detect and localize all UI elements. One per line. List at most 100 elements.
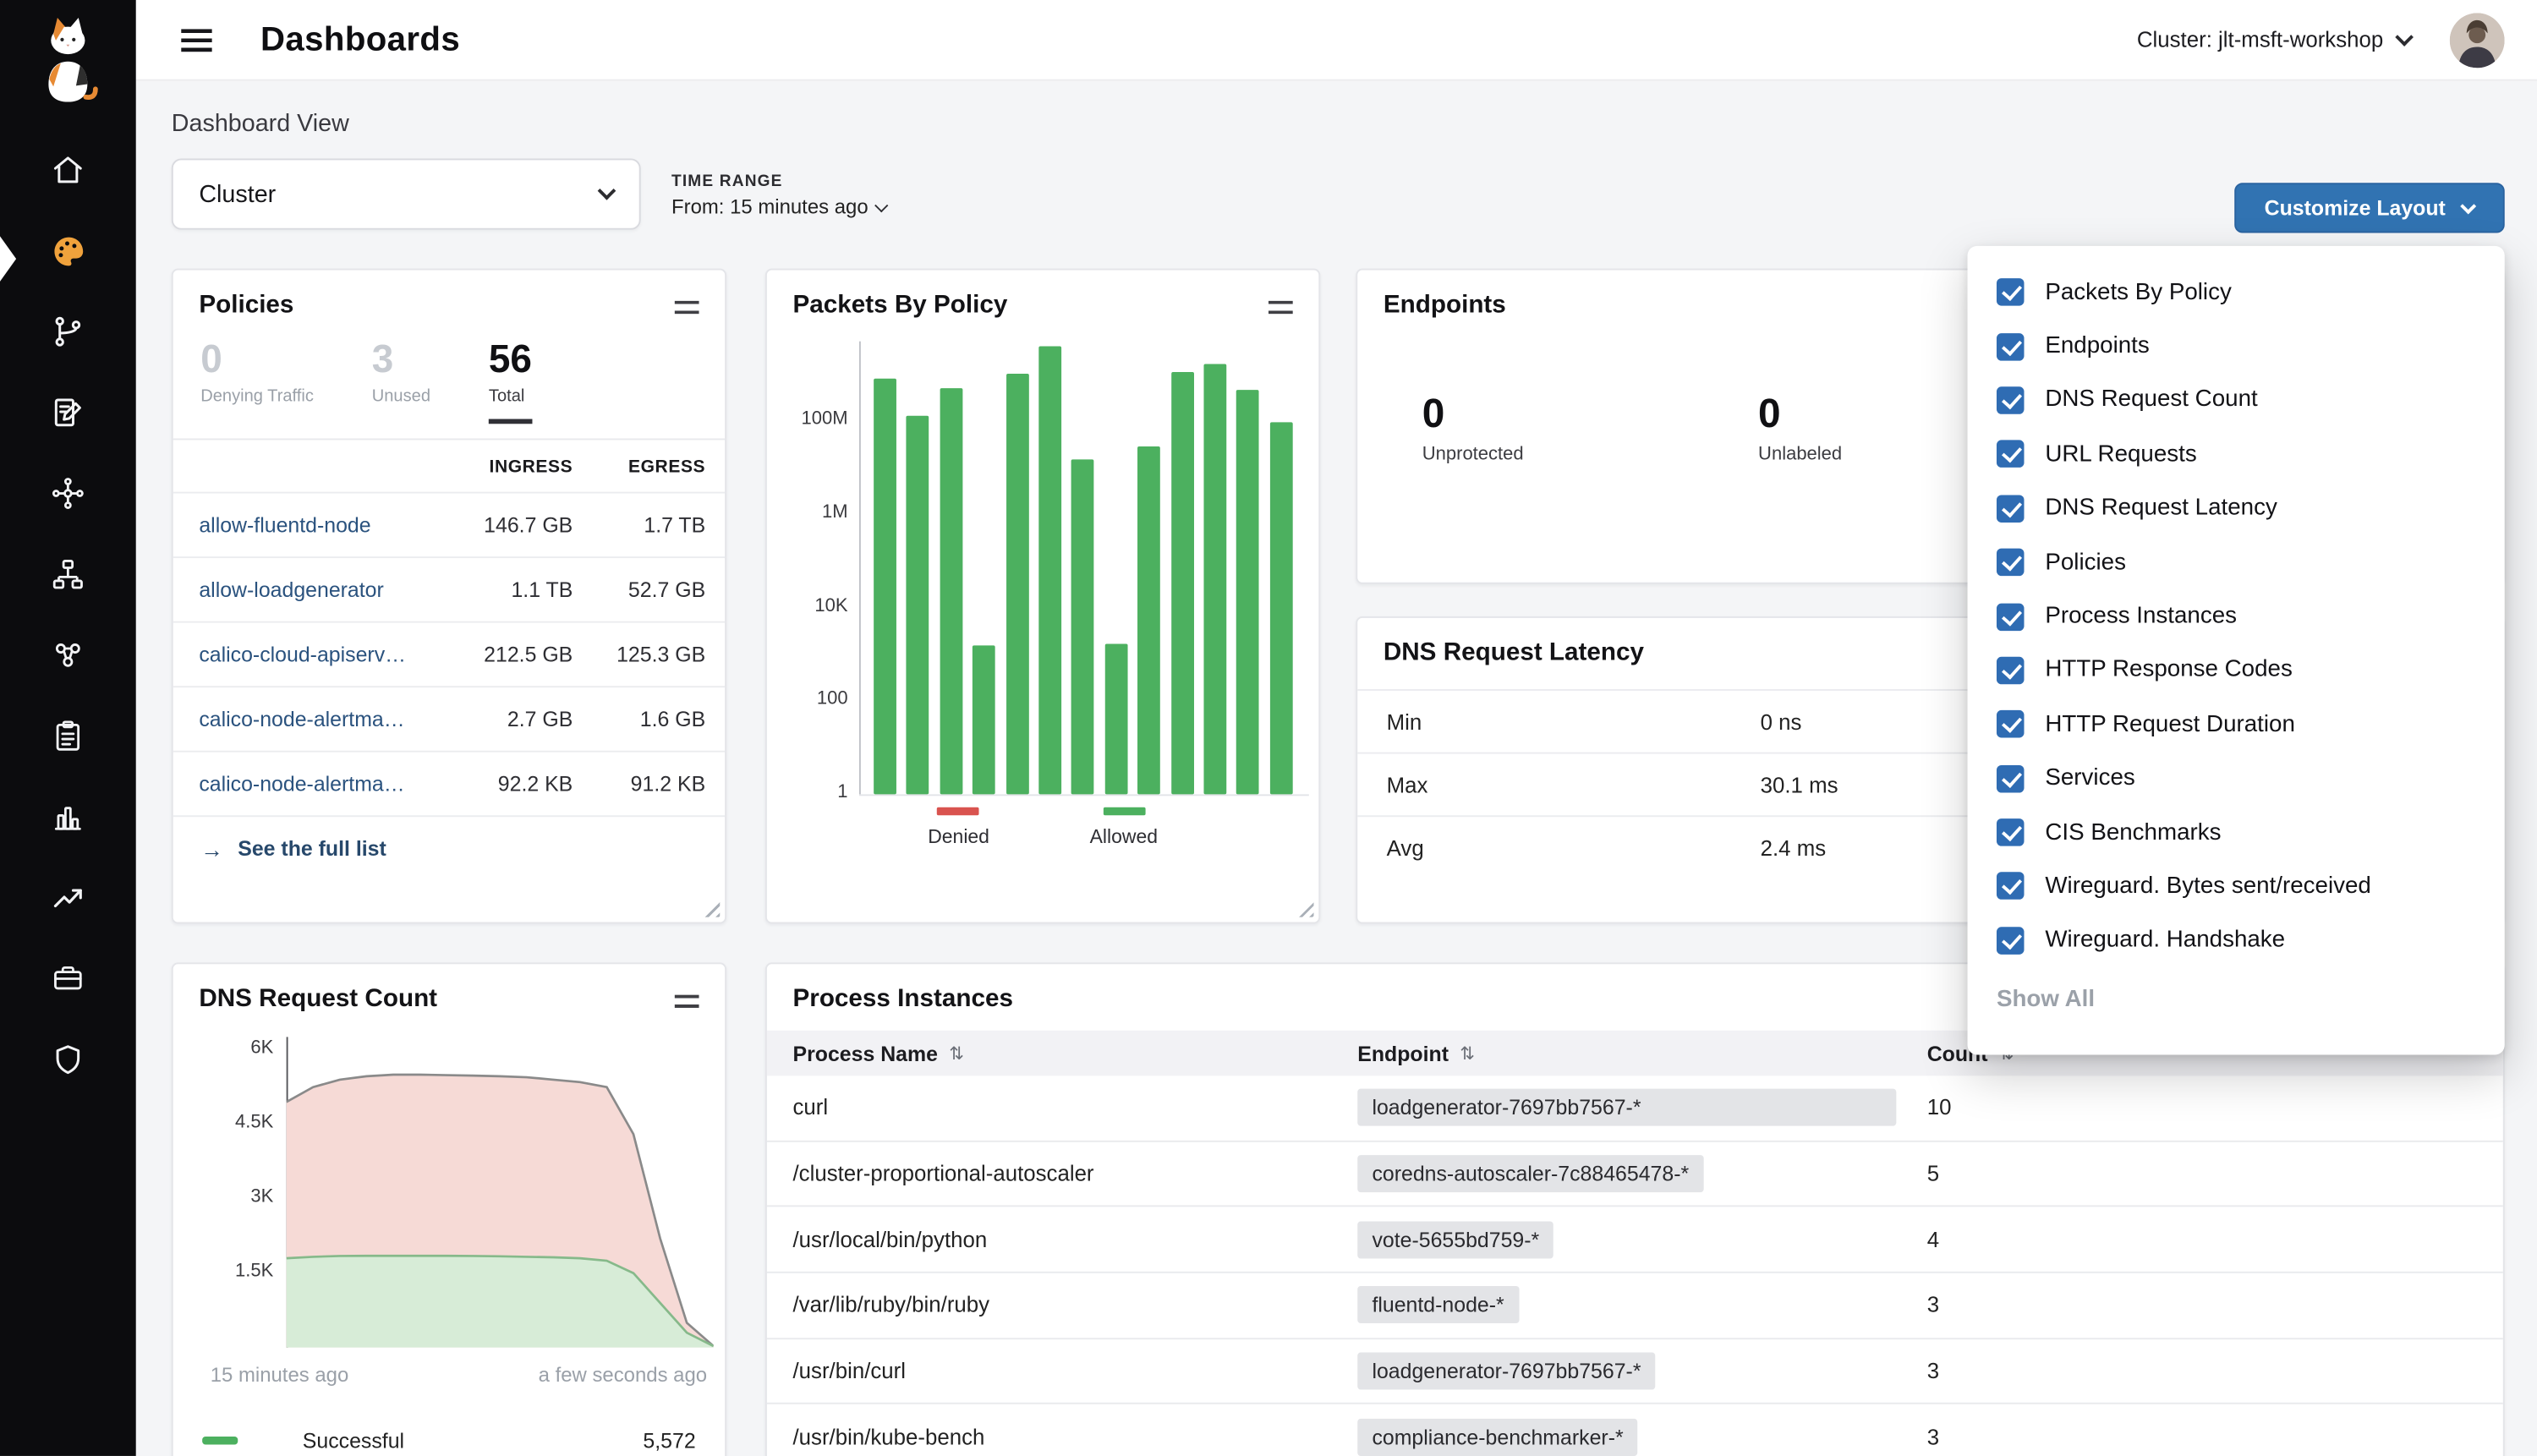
sidebar-item-service-graph[interactable] (0, 453, 136, 534)
resize-handle[interactable] (1296, 900, 1314, 917)
process-table-row: /usr/bin/curlloadgenerator-7697bb7567-*3 (767, 1339, 2503, 1405)
home-icon (50, 152, 85, 188)
calico-cat-logo (32, 13, 103, 107)
menu-item-dns-request-latency[interactable]: DNS Request Latency (1968, 481, 2505, 535)
packets-bar (1005, 374, 1028, 794)
menu-item-http-response-codes[interactable]: HTTP Response Codes (1968, 643, 2505, 698)
process-count: 3 (1927, 1293, 2478, 1317)
policy-ingress-value: 1.1 TB (419, 578, 573, 603)
sidebar-item-storage[interactable] (0, 939, 136, 1020)
latency-value: 2.4 ms (1761, 835, 1827, 860)
column-header-egress[interactable]: EGRESS (573, 458, 705, 478)
checkbox-checked-icon[interactable] (1997, 495, 2025, 523)
customize-layout-label: Customize Layout (2265, 196, 2446, 221)
process-count: 4 (1927, 1228, 2478, 1252)
avatar[interactable] (2450, 12, 2505, 67)
chevron-down-icon (598, 182, 616, 200)
stat-value: 0 (200, 340, 314, 382)
drag-handle-icon[interactable] (1268, 301, 1293, 314)
policies-table-header: INGRESS EGRESS (173, 441, 725, 492)
cluster-selector[interactable]: Cluster: jlt-msft-workshop (2137, 28, 2411, 52)
endpoint-chip: loadgenerator-7697bb7567-* (1357, 1353, 1656, 1390)
checkbox-checked-icon[interactable] (1997, 927, 2025, 955)
top-bar: Dashboards Cluster: jlt-msft-workshop (136, 0, 2537, 81)
sidebar-item-dashboards[interactable] (0, 211, 136, 292)
policy-link[interactable]: allow-fluentd-node (199, 513, 419, 538)
checkbox-checked-icon[interactable] (1997, 657, 2025, 685)
show-all-button[interactable]: Show All (1968, 967, 2505, 1032)
menu-item-packets-by-policy[interactable]: Packets By Policy (1968, 265, 2505, 320)
see-full-list-link[interactable]: → See the full list (173, 816, 725, 881)
menu-item-wireguard-bytes-sent-received[interactable]: Wireguard. Bytes sent/received (1968, 860, 2505, 914)
policy-table-row: calico-node-alertmana…92.2 KB91.2 KB (173, 752, 725, 817)
checkbox-checked-icon[interactable] (1997, 711, 2025, 739)
policy-table-row: allow-fluentd-node146.7 GB1.7 TB (173, 492, 725, 557)
sidebar-item-compliance[interactable] (0, 696, 136, 777)
column-header-ingress[interactable]: INGRESS (419, 458, 573, 478)
sidebar-item-home[interactable] (0, 129, 136, 211)
column-header-process-name[interactable]: Process Name ⇅ (792, 1041, 1357, 1065)
checkbox-checked-icon[interactable] (1997, 332, 2025, 360)
policy-link[interactable]: calico-cloud-apiserver-… (199, 643, 419, 667)
policy-link[interactable]: calico-node-alertmana… (199, 772, 419, 796)
menu-item-services[interactable]: Services (1968, 752, 2505, 806)
column-header-endpoint[interactable]: Endpoint ⇅ (1357, 1041, 1926, 1065)
sidebar-item-activity[interactable] (0, 776, 136, 857)
service-graph-icon (50, 475, 85, 511)
sidebar-item-network-sets[interactable] (0, 534, 136, 615)
checkbox-checked-icon[interactable] (1997, 764, 2025, 792)
menu-item-label: HTTP Request Duration (2045, 711, 2295, 737)
legend-label: Successful (303, 1428, 404, 1453)
checkbox-checked-icon[interactable] (1997, 441, 2025, 468)
menu-item-endpoints[interactable]: Endpoints (1968, 320, 2505, 374)
sidebar-item-flows[interactable] (0, 291, 136, 372)
drag-handle-icon[interactable] (675, 995, 699, 1008)
policy-table-row: calico-cloud-apiserver-…212.5 GB125.3 GB (173, 621, 725, 687)
menu-toggle-icon[interactable] (181, 28, 211, 51)
checkbox-checked-icon[interactable] (1997, 278, 2025, 306)
policy-link[interactable]: allow-loadgenerator (199, 578, 419, 603)
packets-bar (907, 415, 929, 794)
menu-item-cis-benchmarks[interactable]: CIS Benchmarks (1968, 806, 2505, 860)
packets-bar (1203, 364, 1226, 794)
sidebar-item-policies[interactable] (0, 372, 136, 453)
stat-value: 3 (372, 340, 430, 382)
x-axis (859, 794, 1309, 796)
checkbox-checked-icon[interactable] (1997, 603, 2025, 631)
customize-layout-button[interactable]: Customize Layout (2234, 183, 2505, 233)
checkbox-checked-icon[interactable] (1997, 873, 2025, 900)
checkbox-checked-icon[interactable] (1997, 386, 2025, 414)
sidebar-item-security[interactable] (0, 1019, 136, 1100)
menu-item-http-request-duration[interactable]: HTTP Request Duration (1968, 698, 2505, 752)
packets-bar (1236, 391, 1259, 794)
stat-label: Total (489, 387, 532, 407)
menu-item-url-requests[interactable]: URL Requests (1968, 427, 2505, 481)
menu-item-dns-request-count[interactable]: DNS Request Count (1968, 374, 2505, 428)
packets-bar (973, 646, 995, 794)
policies-stat-denying-traffic[interactable]: 0Denying Traffic (200, 340, 314, 424)
menu-item-policies[interactable]: Policies (1968, 535, 2505, 589)
policies-stat-total[interactable]: 56Total (489, 340, 532, 424)
sidebar-items (0, 129, 136, 1100)
checkbox-checked-icon[interactable] (1997, 549, 2025, 577)
policies-stat-unused[interactable]: 3Unused (372, 340, 430, 424)
checkbox-checked-icon[interactable] (1997, 818, 2025, 846)
resize-handle[interactable] (702, 900, 720, 917)
policy-egress-value: 1.7 TB (573, 513, 705, 538)
menu-item-wireguard-handshake[interactable]: Wireguard. Handshake (1968, 913, 2505, 967)
customize-layout-menu: Packets By PolicyEndpointsDNS Request Co… (1968, 246, 2505, 1055)
dashboard-view-select[interactable]: Cluster (172, 158, 641, 229)
column-label: Endpoint (1357, 1041, 1449, 1065)
sidebar-item-trends[interactable] (0, 857, 136, 939)
y-axis-tick: 100 (774, 690, 848, 709)
calico-logo[interactable] (32, 13, 103, 110)
menu-item-process-instances[interactable]: Process Instances (1968, 589, 2505, 643)
time-range[interactable]: TIME RANGE From: 15 minutes ago (671, 173, 885, 219)
latency-label: Max (1387, 773, 1761, 797)
drag-handle-icon[interactable] (675, 301, 699, 314)
policy-link[interactable]: calico-node-alertmana… (199, 708, 419, 732)
endpoint-chip: fluentd-node-* (1357, 1287, 1519, 1324)
sidebar-item-clusters[interactable] (0, 615, 136, 696)
menu-item-label: Wireguard. Bytes sent/received (2045, 873, 2370, 900)
card-title: DNS Request Count (199, 985, 437, 1014)
